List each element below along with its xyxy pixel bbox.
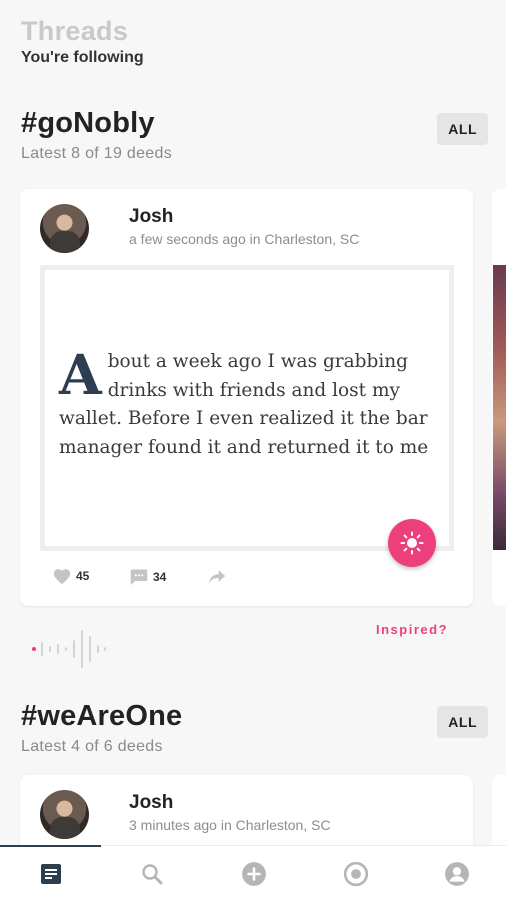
add-icon [242, 862, 266, 886]
profile-icon [445, 862, 469, 886]
share-action[interactable] [207, 567, 227, 585]
active-tab-indicator [0, 845, 101, 847]
like-count: 45 [76, 569, 90, 583]
nav-search[interactable] [139, 861, 165, 887]
deed-card[interactable]: Josh a few seconds ago in Charleston, SC… [20, 189, 473, 606]
deed-body: bout a week ago I was grabbing drinks wi… [59, 351, 429, 458]
inspired-link[interactable]: Inspired? [376, 622, 448, 637]
dropcap-letter: A [59, 342, 102, 407]
post-meta: 3 minutes ago in Charleston, SC [129, 817, 331, 833]
author-name[interactable]: Josh [129, 792, 173, 814]
like-action[interactable]: 45 [52, 567, 89, 585]
thread-title[interactable]: #goNobly [21, 107, 488, 140]
thread-header-weareone: #weAreOne Latest 4 of 6 deeds ALL [21, 700, 488, 756]
all-button[interactable]: ALL [437, 706, 488, 738]
bottom-nav [0, 845, 506, 900]
post-meta: a few seconds ago in Charleston, SC [129, 231, 360, 247]
avatar[interactable] [40, 790, 89, 839]
card-actions: 45 34 [52, 567, 352, 589]
nav-profile[interactable] [444, 861, 470, 887]
page-subtitle: You're following [21, 49, 144, 66]
share-arrow-icon [208, 570, 226, 584]
thread-subtitle: Latest 4 of 6 deeds [21, 738, 163, 755]
thread-subtitle: Latest 8 of 19 deeds [21, 145, 172, 162]
thread-title[interactable]: #weAreOne [21, 700, 488, 733]
nav-feed[interactable] [38, 861, 64, 887]
search-icon [142, 864, 163, 885]
feed-icon [41, 864, 61, 884]
nav-add[interactable] [241, 861, 267, 887]
comment-icon [130, 569, 148, 586]
threads-screen: Threads You're following #goNobly Latest… [0, 0, 506, 900]
author-name[interactable]: Josh [129, 206, 173, 228]
heart-icon [53, 569, 71, 585]
target-icon [343, 861, 369, 887]
thread-header-gonobly: #goNobly Latest 8 of 19 deeds ALL [21, 107, 488, 163]
all-button[interactable]: ALL [437, 113, 488, 145]
page-title: Threads [21, 16, 129, 46]
avatar[interactable] [40, 204, 89, 253]
next-deed-image [493, 265, 506, 550]
screen-header: Threads You're following [21, 16, 144, 67]
comment-action[interactable]: 34 [129, 567, 166, 586]
sun-icon [400, 531, 424, 555]
inspire-button[interactable] [388, 519, 436, 567]
deed-text: About a week ago I was grabbing drinks w… [59, 342, 435, 462]
author-row[interactable]: Josh a few seconds ago in Charleston, SC [40, 204, 450, 254]
nav-inspire[interactable] [343, 861, 369, 887]
carousel-position-indicator[interactable] [30, 627, 110, 671]
comment-count: 34 [153, 569, 167, 584]
deed-content[interactable]: About a week ago I was grabbing drinks w… [40, 265, 454, 551]
author-row[interactable]: Josh 3 minutes ago in Charleston, SC [40, 790, 450, 840]
